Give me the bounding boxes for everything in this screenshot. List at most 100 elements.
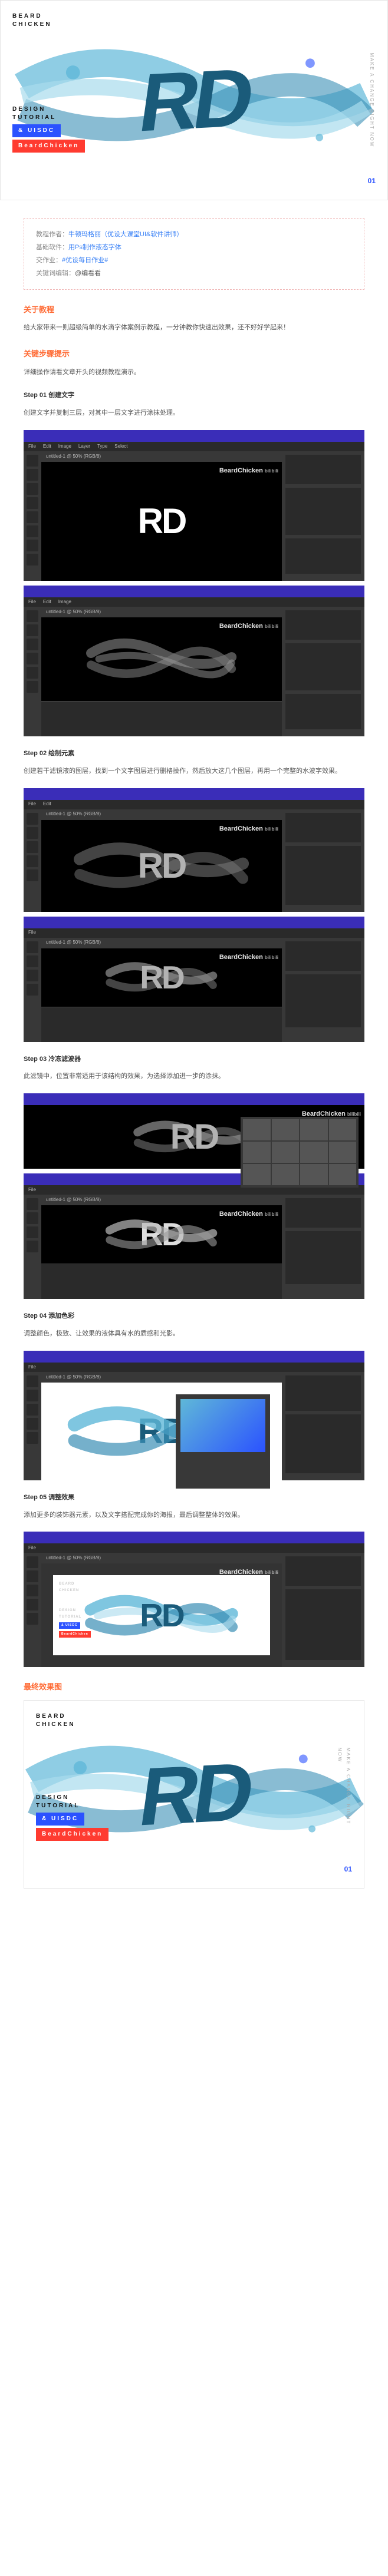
ps-canvas[interactable]: BeardChicken bilibili	[41, 617, 282, 701]
ps-timeline[interactable]	[41, 1007, 282, 1042]
ps-panel[interactable]	[285, 1231, 361, 1284]
tool-icon[interactable]	[27, 1599, 38, 1611]
tool-icon[interactable]	[27, 1390, 38, 1401]
menu-item[interactable]: File	[28, 442, 36, 451]
brand-line1: BEARD	[12, 12, 52, 21]
ps-tab[interactable]: untitled-1 @ 50% (RGB/8)	[41, 1195, 282, 1205]
tool-icon[interactable]	[27, 1613, 38, 1625]
menu-item[interactable]: Image	[58, 442, 71, 451]
menu-item[interactable]: File	[28, 1186, 36, 1194]
ps-panel[interactable]	[285, 813, 361, 842]
tool-icon[interactable]	[27, 1570, 38, 1582]
ps-panel[interactable]	[285, 455, 361, 484]
menu-item[interactable]: Type	[97, 442, 107, 451]
ps-canvas[interactable]: RD BeardChicken bilibili	[41, 820, 282, 912]
menu-item[interactable]: Edit	[43, 442, 51, 451]
filter-gallery[interactable]	[241, 1117, 359, 1188]
tool-icon[interactable]	[27, 1585, 38, 1596]
tool-icon[interactable]	[27, 970, 38, 981]
ps-panel[interactable]	[285, 1556, 361, 1586]
ps-tab[interactable]: untitled-1 @ 50% (RGB/8)	[41, 938, 282, 948]
menu-item[interactable]: File	[28, 598, 36, 606]
ps-panel[interactable]	[285, 610, 361, 640]
ps-panel[interactable]	[285, 974, 361, 1027]
tool-icon[interactable]	[27, 1556, 38, 1568]
tool-icon[interactable]	[27, 1212, 38, 1224]
menu-item[interactable]: Edit	[43, 800, 51, 808]
tool-icon[interactable]	[27, 813, 38, 825]
ps-timeline[interactable]	[41, 1264, 282, 1299]
ps-panel[interactable]	[285, 846, 361, 905]
tool-icon[interactable]	[27, 667, 38, 679]
ps-screenshot-3b: File untitled-1 @ 50% (RGB/8) RD BeardCh…	[24, 1173, 364, 1299]
ps-panel[interactable]	[285, 643, 361, 690]
tool-icon[interactable]	[27, 639, 38, 650]
ps-canvas[interactable]: RD BeardChicken bilibili	[41, 462, 282, 581]
ps-layers-panel[interactable]	[285, 488, 361, 535]
ps-tab[interactable]: untitled-1 @ 50% (RGB/8)	[41, 1372, 282, 1383]
meta-val-link[interactable]: 牛顿玛格丽（优设大课堂UI&软件讲师）	[68, 231, 183, 238]
tool-icon[interactable]	[27, 827, 38, 839]
ps-tab[interactable]: untitled-1 @ 50% (RGB/8)	[41, 451, 282, 462]
tag-uisdc: & UISDC	[36, 1813, 84, 1826]
ps-tab[interactable]: untitled-1 @ 50% (RGB/8)	[41, 607, 282, 617]
ps-panels	[282, 938, 364, 1042]
tool-icon[interactable]	[27, 855, 38, 867]
ps-panel[interactable]	[285, 1414, 361, 1473]
tool-icon[interactable]	[27, 681, 38, 693]
ps-canvas[interactable]: RD BeardChicken bilibili	[41, 1383, 282, 1480]
ps-panel[interactable]	[285, 941, 361, 971]
tool-icon[interactable]	[27, 469, 38, 481]
menu-item[interactable]: File	[28, 928, 36, 937]
ps-canvas[interactable]: RD BeardChicken bilibili	[41, 1205, 282, 1264]
wm-sub: bilibili	[265, 1570, 278, 1575]
color-swatch[interactable]	[180, 1399, 265, 1452]
t: DESIGN	[59, 1608, 91, 1614]
tool-icon[interactable]	[27, 653, 38, 664]
tool-icon[interactable]	[27, 540, 38, 551]
tool-icon[interactable]	[27, 1198, 38, 1210]
tool-icon[interactable]	[27, 610, 38, 622]
tool-icon[interactable]	[27, 554, 38, 566]
ps-canvas[interactable]: RD BeardChicken bilibili	[41, 948, 282, 1007]
tool-icon[interactable]	[27, 1418, 38, 1430]
tool-icon[interactable]	[27, 1432, 38, 1444]
ps-canvas[interactable]: RD BeardChicken bilibili	[24, 1105, 364, 1169]
ps-panel[interactable]	[285, 1589, 361, 1660]
tool-icon[interactable]	[27, 869, 38, 881]
menu-item[interactable]: File	[28, 1544, 36, 1552]
tool-icon[interactable]	[27, 941, 38, 953]
menu-item[interactable]: Layer	[78, 442, 90, 451]
menu-item[interactable]: Select	[114, 442, 127, 451]
menu-item[interactable]: File	[28, 800, 36, 808]
tool-icon[interactable]	[27, 497, 38, 509]
tool-icon[interactable]	[27, 841, 38, 853]
tool-icon[interactable]	[27, 511, 38, 523]
tool-icon[interactable]	[27, 525, 38, 537]
ps-tab[interactable]: untitled-1 @ 50% (RGB/8)	[41, 1553, 282, 1563]
ps-titlebar	[24, 788, 364, 800]
menu-item[interactable]: Edit	[43, 598, 51, 606]
menu-item[interactable]: Image	[58, 598, 71, 606]
tool-icon[interactable]	[27, 1226, 38, 1238]
ps-tab[interactable]: untitled-1 @ 50% (RGB/8)	[41, 809, 282, 820]
color-picker[interactable]	[176, 1394, 270, 1489]
ps-panel[interactable]	[285, 1198, 361, 1228]
tool-icon[interactable]	[27, 624, 38, 636]
ps-panel[interactable]	[285, 694, 361, 729]
tool-icon[interactable]	[27, 984, 38, 996]
meta-val-link[interactable]: 用Ps制作液态字体	[68, 244, 121, 251]
tool-icon[interactable]	[27, 455, 38, 467]
meta-val-link[interactable]: #优设每日作业#	[62, 257, 108, 264]
tool-icon[interactable]	[27, 483, 38, 495]
ps-panel[interactable]	[285, 1375, 361, 1411]
tool-icon[interactable]	[27, 1241, 38, 1252]
ps-timeline[interactable]	[41, 701, 282, 736]
ps-panel[interactable]	[285, 538, 361, 574]
ps-canvas[interactable]: RD BEARD CHICKEN DESIGN TUTORIAL & UISDC…	[41, 1563, 282, 1667]
meta-row-author: 教程作者：牛顿玛格丽（优设大课堂UI&软件讲师）	[36, 228, 352, 241]
tool-icon[interactable]	[27, 955, 38, 967]
tool-icon[interactable]	[27, 1404, 38, 1416]
menu-item[interactable]: File	[28, 1363, 36, 1371]
tool-icon[interactable]	[27, 1375, 38, 1387]
